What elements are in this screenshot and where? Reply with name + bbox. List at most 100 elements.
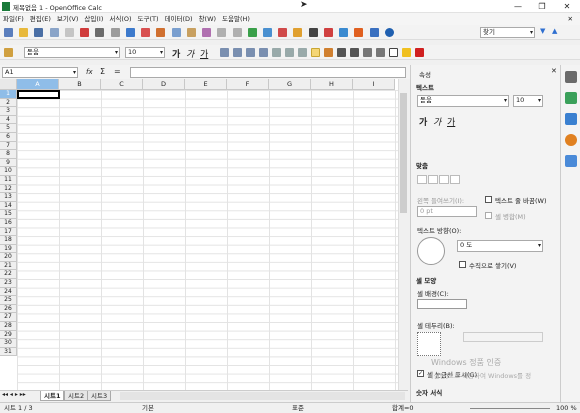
font-name-select[interactable]: 돋움 ▾ xyxy=(24,47,120,58)
indent-input[interactable]: 0 pt xyxy=(417,206,477,217)
select-all-corner[interactable] xyxy=(0,79,17,90)
row-header[interactable]: 2 xyxy=(0,98,17,108)
orientation-dial[interactable] xyxy=(417,237,445,265)
italic-button[interactable]: 가 xyxy=(186,47,194,60)
number-format-header[interactable]: 숫자 서식 xyxy=(416,387,442,397)
border-style-picker[interactable] xyxy=(463,332,543,342)
open-icon[interactable] xyxy=(19,28,29,37)
column-header[interactable]: B xyxy=(59,79,101,90)
row-header[interactable]: 26 xyxy=(0,304,17,314)
column-header[interactable]: F xyxy=(227,79,269,90)
function-wizard-icon[interactable]: fx xyxy=(86,68,93,76)
menu-insert[interactable]: 삽입(I) xyxy=(81,13,106,25)
row-header[interactable]: 18 xyxy=(0,236,17,245)
vertical-scrollbar[interactable] xyxy=(398,79,408,390)
row-header[interactable]: 23 xyxy=(0,279,17,288)
bold-button[interactable]: 가 xyxy=(172,47,180,60)
wrap-checkbox[interactable] xyxy=(485,196,492,203)
find-prev-icon[interactable]: ▲ xyxy=(552,27,557,35)
column-header[interactable]: I xyxy=(353,79,395,90)
align-justify-icon[interactable] xyxy=(450,175,460,184)
font-size-select[interactable]: 10 ▾ xyxy=(125,47,165,58)
close-icon[interactable]: ✕ xyxy=(551,67,557,75)
undo-icon[interactable] xyxy=(217,28,227,37)
styles-icon[interactable] xyxy=(4,48,13,57)
align-center-icon[interactable] xyxy=(428,175,438,184)
zoom-slider[interactable] xyxy=(470,408,550,409)
cell-bg-picker[interactable] xyxy=(417,299,467,309)
autospell-icon[interactable] xyxy=(141,28,151,37)
borders-icon[interactable] xyxy=(389,48,398,57)
copy-icon[interactable] xyxy=(171,28,181,37)
sort-asc-icon[interactable] xyxy=(262,28,272,37)
row-header[interactable]: 31 xyxy=(0,347,17,357)
align-right-icon[interactable] xyxy=(439,175,449,184)
paste-icon[interactable] xyxy=(186,28,196,37)
align-bottom-icon[interactable] xyxy=(298,48,307,57)
row-header[interactable]: 22 xyxy=(0,270,17,280)
row-header[interactable]: 7 xyxy=(0,141,17,151)
sidebar-bold-button[interactable]: 가 xyxy=(419,115,427,128)
align-top-icon[interactable] xyxy=(285,48,294,57)
merge-checkbox[interactable] xyxy=(485,212,492,219)
redo-icon[interactable] xyxy=(232,28,242,37)
column-header[interactable]: C xyxy=(101,79,143,90)
print-icon[interactable] xyxy=(95,28,105,37)
menu-help[interactable]: 도움말(H) xyxy=(219,13,253,25)
chart-icon[interactable] xyxy=(293,28,303,37)
row-header[interactable]: 3 xyxy=(0,107,17,116)
email-icon[interactable] xyxy=(49,28,59,37)
row-header[interactable]: 12 xyxy=(0,184,17,194)
menu-edit[interactable]: 편집(E) xyxy=(27,13,54,25)
menu-view[interactable]: 보기(V) xyxy=(54,13,81,25)
cut-icon[interactable] xyxy=(156,28,166,37)
row-header[interactable]: 16 xyxy=(0,218,17,228)
sidebar-font-size[interactable]: 10 ▾ xyxy=(513,95,543,107)
row-header[interactable]: 13 xyxy=(0,193,17,202)
column-header[interactable]: A xyxy=(17,79,59,90)
sheet-tab-1[interactable]: 시트1 xyxy=(40,391,65,401)
edit-icon[interactable] xyxy=(64,28,74,37)
menu-format[interactable]: 서식(O) xyxy=(106,13,134,25)
function-icon[interactable]: = xyxy=(114,67,121,76)
underline-button[interactable]: 가 xyxy=(200,47,208,60)
name-box[interactable]: A1 ▾ xyxy=(2,67,78,78)
menu-tools[interactable]: 도구(T) xyxy=(135,13,162,25)
sheet-tab-2[interactable]: 시트2 xyxy=(64,391,89,401)
horizontal-scrollbar[interactable] xyxy=(120,392,405,400)
column-header[interactable]: G xyxy=(269,79,311,90)
pdf-icon[interactable] xyxy=(80,28,90,37)
scroll-thumb[interactable] xyxy=(400,93,407,213)
find-icon[interactable] xyxy=(308,28,318,37)
column-header[interactable]: E xyxy=(185,79,227,90)
format-paint-icon[interactable] xyxy=(202,28,212,37)
close-button[interactable]: ✕ xyxy=(555,0,579,13)
sum-icon[interactable]: Σ xyxy=(100,67,105,76)
minimize-button[interactable]: — xyxy=(506,0,530,13)
row-header[interactable]: 1 xyxy=(0,90,17,99)
cell-border-picker[interactable] xyxy=(417,332,441,356)
menu-window[interactable]: 창(W) xyxy=(196,13,219,25)
row-header[interactable]: 20 xyxy=(0,253,17,262)
row-header[interactable]: 4 xyxy=(0,115,17,125)
row-header[interactable]: 17 xyxy=(0,227,17,237)
sidebar-italic-button[interactable]: 가 xyxy=(433,115,441,128)
help-icon[interactable] xyxy=(384,28,394,37)
sheet-nav-icon[interactable]: ◂◂ ◂ ▸ ▸▸ xyxy=(2,391,26,398)
wrap-icon[interactable] xyxy=(311,48,320,57)
preview-icon[interactable] xyxy=(110,28,120,37)
column-header[interactable]: D xyxy=(143,79,185,90)
gallery-icon[interactable] xyxy=(339,28,349,37)
maximize-button[interactable]: ❐ xyxy=(530,0,554,13)
sidebar-font-name[interactable]: 돋움 ▾ xyxy=(417,95,509,107)
save-icon[interactable] xyxy=(34,28,44,37)
row-header[interactable]: 8 xyxy=(0,150,17,159)
sort-desc-icon[interactable] xyxy=(278,28,288,37)
align-justify-icon[interactable] xyxy=(259,48,268,57)
merge-cells-icon[interactable] xyxy=(272,48,281,57)
datasource-icon[interactable] xyxy=(354,28,364,37)
row-header[interactable]: 30 xyxy=(0,339,17,348)
cell-appearance-header[interactable]: 셀 모양 xyxy=(416,275,436,285)
gallery-deck-icon[interactable] xyxy=(565,113,577,125)
hyperlink-icon[interactable] xyxy=(247,28,257,37)
